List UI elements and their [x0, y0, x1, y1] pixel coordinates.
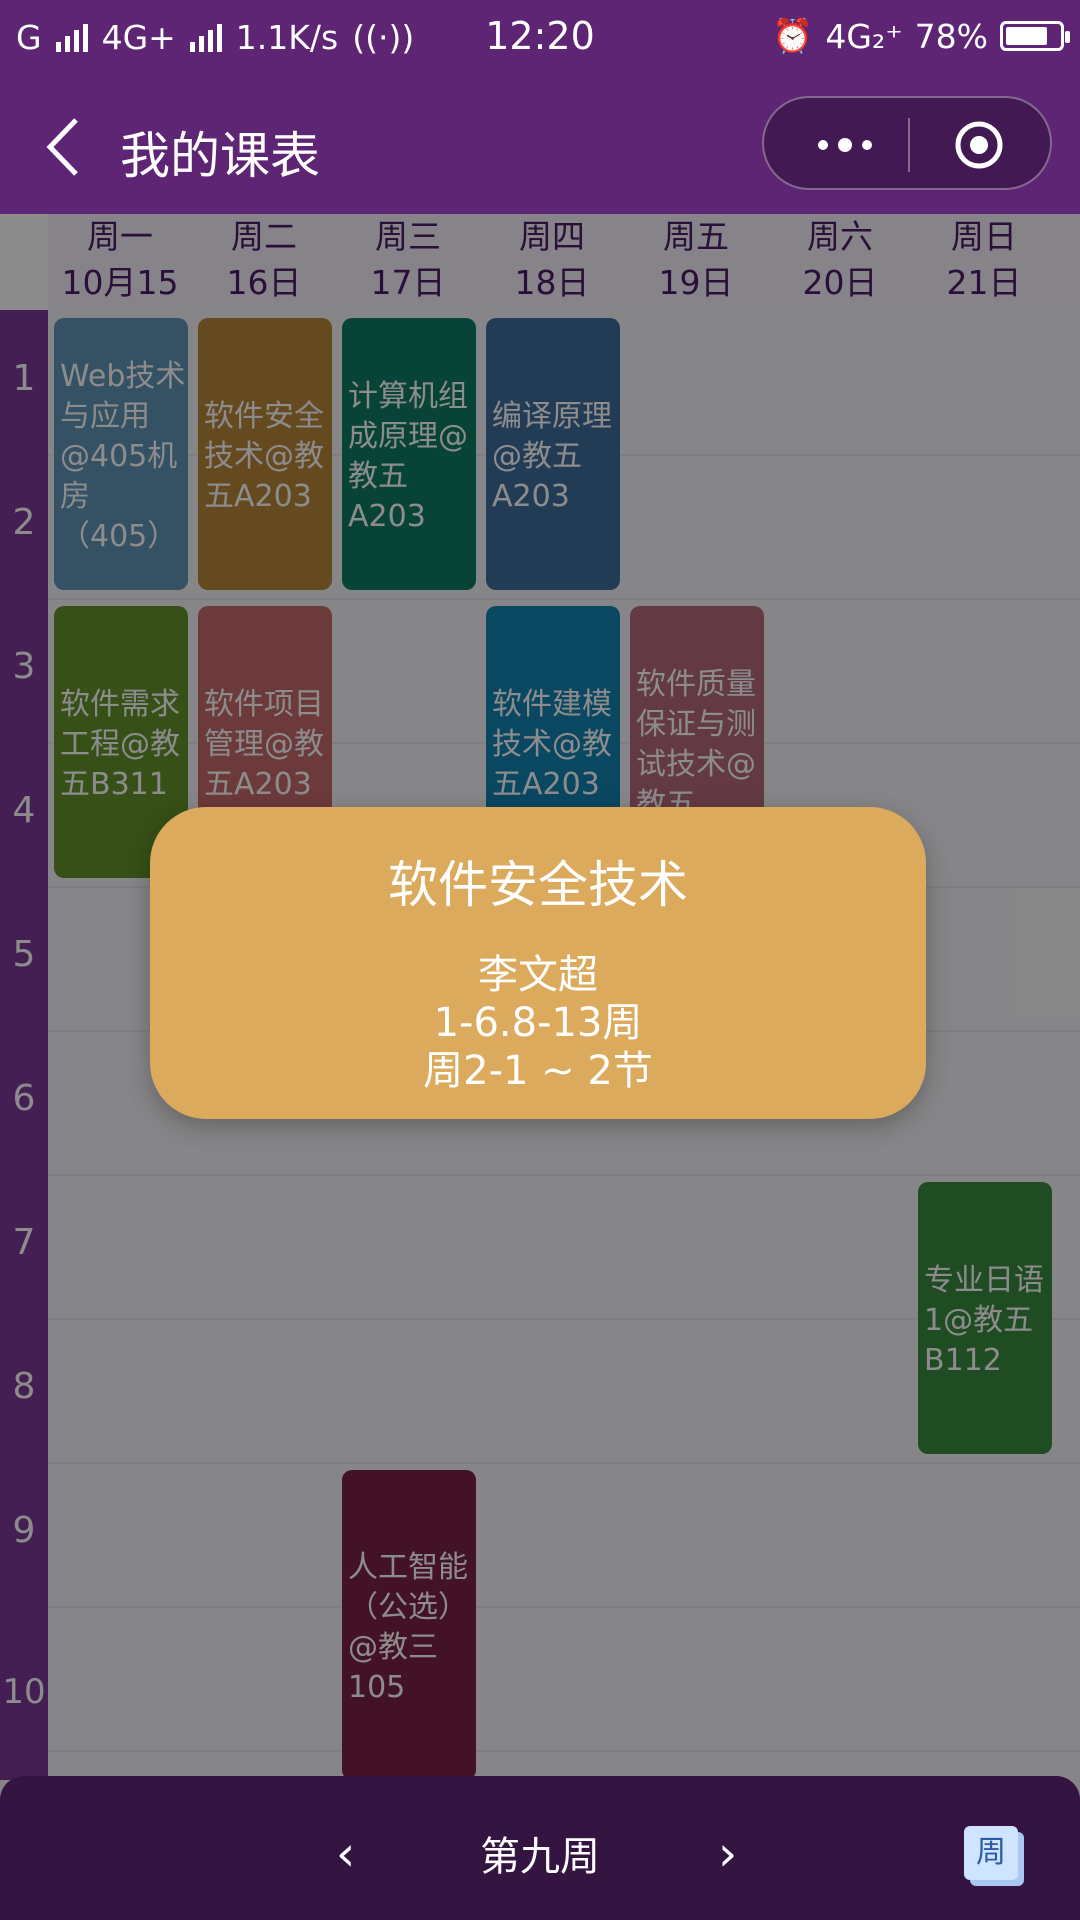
- popup-time: 周2-1 ~ 2节: [423, 1048, 653, 1094]
- week-picker-button[interactable]: 周: [964, 1826, 1018, 1880]
- more-dot-icon: [818, 140, 828, 150]
- capsule-divider: [908, 118, 910, 172]
- mini-program-capsule: [762, 96, 1052, 190]
- alarm-icon: ⏰: [772, 16, 814, 55]
- more-dot-icon: [862, 140, 872, 150]
- status-bar: G 4G+ 1.1K/s ((·)) 12:20 ⏰ 4G₂⁺ 78%: [0, 0, 1080, 78]
- chevron-left-icon: [46, 118, 78, 176]
- more-button[interactable]: [800, 98, 890, 192]
- next-week-button[interactable]: ›: [718, 1826, 737, 1882]
- current-week-label: 第九周: [480, 1834, 600, 1880]
- week-switcher-bar: ‹ 第九周 › 周: [0, 1776, 1080, 1920]
- battery-percent: 78%: [914, 16, 988, 56]
- network2-text: 4G₂⁺: [825, 16, 903, 56]
- battery-icon: [1000, 21, 1070, 51]
- popup-course-title: 软件安全技术: [388, 856, 688, 914]
- close-target-icon[interactable]: [954, 120, 1004, 170]
- course-detail-popup[interactable]: 软件安全技术 李文超 1-6.8-13周 周2-1 ~ 2节: [150, 807, 926, 1119]
- title-bar: 我的课表: [0, 78, 1080, 214]
- status-right: ⏰ 4G₂⁺ 78%: [772, 16, 1070, 56]
- page-title: 我的课表: [120, 127, 320, 185]
- back-button[interactable]: [36, 114, 96, 180]
- more-dot-icon: [838, 138, 852, 152]
